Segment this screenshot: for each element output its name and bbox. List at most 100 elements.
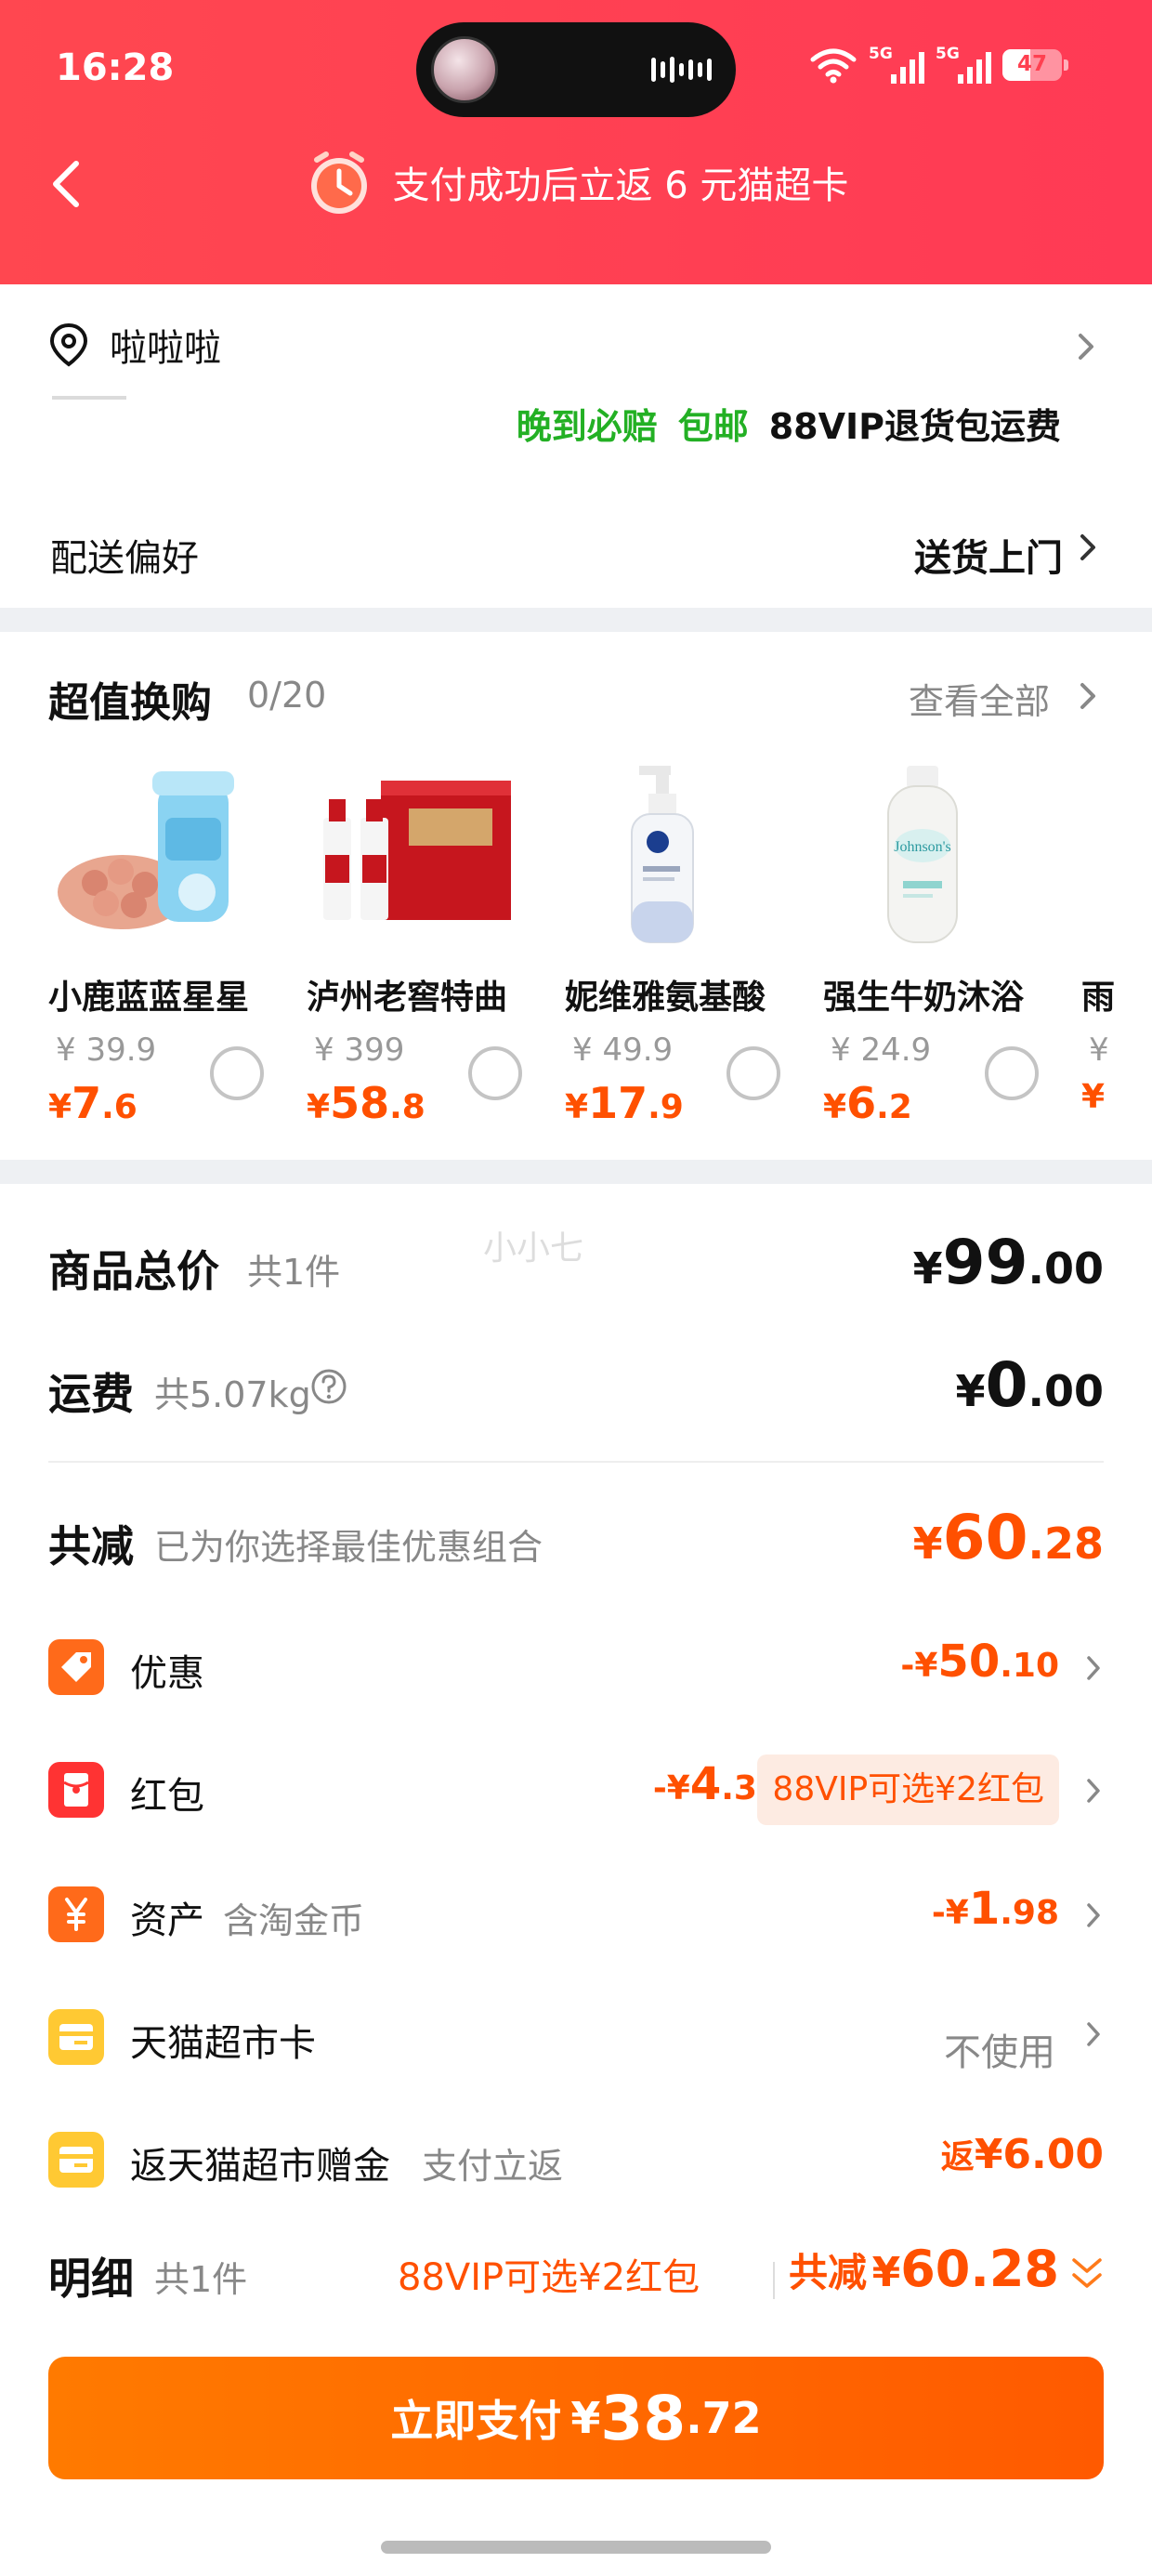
view-all-chevron-icon[interactable] xyxy=(1076,680,1100,712)
gift-return-label: 返天猫超市赠金 xyxy=(130,2145,390,2188)
gift-return-amount: 返¥6.00 xyxy=(940,2131,1104,2178)
tmall-card-chevron-icon xyxy=(1087,2022,1100,2046)
tag-free-shipping: 包邮 xyxy=(677,406,749,447)
coupon-tag-icon xyxy=(48,1639,104,1695)
address-chevron-right-icon xyxy=(1079,334,1093,360)
status-icons: 5G 5G 47 xyxy=(809,45,1068,85)
tag-88vip-return: 88VIP退货包运费 xyxy=(768,406,1061,447)
product-select-radio[interactable] xyxy=(985,1046,1039,1100)
goods-total-row: 商品总价 共1件 ¥99.00 xyxy=(48,1227,1104,1307)
total-reduction-row: 共减 已为你选择最佳优惠组合 ¥60.28 xyxy=(48,1502,1104,1582)
product-item[interactable]: Johnson's 强生牛奶沐浴 ¥ 24.9 ¥6.2 xyxy=(823,762,1081,1152)
address-card[interactable]: 啦啦啦 晚到必赔 包邮 88VIP退货包运费 配送偏好 送货上门 xyxy=(0,284,1152,608)
discount-row[interactable]: 优惠 -¥50.10 xyxy=(48,1632,1104,1706)
assets-chevron-icon xyxy=(1087,1903,1100,1927)
shipping-weight: 共5.07kg xyxy=(154,1374,311,1415)
pay-now-button[interactable]: 立即支付 ¥38.72 xyxy=(48,2357,1104,2479)
tmall-card-value: 不使用 xyxy=(944,2031,1055,2074)
exchange-title: 超值换购 xyxy=(48,679,212,727)
product-deal-price: ¥ xyxy=(1081,1078,1106,1116)
exchange-card: 超值换购 0/20 查看全部 小鹿蓝蓝星星 ¥ 39.9 ¥7.6 泸州老窖特曲… xyxy=(0,632,1152,1160)
product-deal-price: ¥17.9 xyxy=(565,1078,684,1128)
assets-note: 含淘金币 xyxy=(223,1900,365,1941)
dynamic-island[interactable] xyxy=(416,22,736,117)
status-time: 16:28 xyxy=(56,46,175,89)
delivery-pref-label: 配送偏好 xyxy=(50,537,199,580)
discount-amount: -¥50.10 xyxy=(900,1636,1059,1688)
product-select-radio[interactable] xyxy=(468,1046,522,1100)
location-pin-icon xyxy=(49,322,88,367)
music-cover-icon xyxy=(431,36,498,103)
detail-total-reduction: 共减 ¥60.28 xyxy=(788,2240,1059,2298)
detail-label: 明细 xyxy=(48,2254,134,2304)
product-name: 小鹿蓝蓝星星 xyxy=(48,979,250,1017)
product-item[interactable]: 妮维雅氨基酸 ¥ 49.9 ¥17.9 xyxy=(565,762,823,1152)
assets-row[interactable]: 资产 含淘金币 -¥1.98 xyxy=(48,1879,1104,1953)
home-indicator[interactable] xyxy=(381,2541,771,2554)
promo-text: 支付成功后立返 6 元猫超卡 xyxy=(392,164,849,207)
tag-late-compensation: 晚到必赔 xyxy=(516,406,658,447)
address-row[interactable]: 啦啦啦 xyxy=(48,318,221,372)
battery-level: 47 xyxy=(1016,52,1047,76)
cellular-signal-2-icon: 5G xyxy=(936,45,991,85)
product-item[interactable]: 小鹿蓝蓝星星 ¥ 39.9 ¥7.6 xyxy=(48,762,307,1152)
liquor-giftbox-image xyxy=(323,781,511,920)
detail-vip-note: 88VIP可选¥2红包 xyxy=(398,2256,700,2299)
product-original-price: ¥ xyxy=(1089,1032,1109,1069)
face-wash-bottle-image xyxy=(631,766,694,943)
gift-return-note: 支付立返 xyxy=(422,2146,564,2187)
service-tags: 晚到必赔 包邮 88VIP退货包运费 xyxy=(517,398,1061,449)
exchange-count: 0/20 xyxy=(247,675,327,716)
divider xyxy=(48,1461,1104,1463)
goods-total-count: 共1件 xyxy=(247,1252,341,1293)
delivery-chevron-right-icon[interactable] xyxy=(1076,532,1100,563)
gift-return-row: 返天猫超市赠金 支付立返 返¥6.00 xyxy=(48,2124,1104,2199)
red-packet-row[interactable]: 红包 -¥4.30 88VIP可选¥2红包 xyxy=(48,1755,1104,1829)
red-packet-chevron-icon xyxy=(1087,1779,1100,1803)
view-all-link[interactable]: 查看全部 xyxy=(909,673,1050,724)
product-select-radio[interactable] xyxy=(727,1046,780,1100)
red-packet-icon xyxy=(48,1762,104,1818)
product-original-price: ¥ 399 xyxy=(314,1032,405,1069)
product-deal-price: ¥7.6 xyxy=(48,1078,137,1128)
assets-amount: -¥1.98 xyxy=(931,1883,1059,1935)
product-name: 强生牛奶沐浴 xyxy=(823,979,1025,1017)
faded-address-detail xyxy=(52,396,126,400)
product-original-price: ¥ 39.9 xyxy=(56,1032,157,1069)
tmall-card-row[interactable]: 天猫超市卡 不使用 xyxy=(48,2002,1104,2076)
detail-row[interactable]: 明细 共1件 88VIP可选¥2红包 共减 ¥60.28 xyxy=(48,2240,1104,2320)
product-item[interactable]: 雨 ¥ ¥ xyxy=(1081,762,1152,1152)
product-select-radio[interactable] xyxy=(210,1046,264,1100)
assets-label: 资产 xyxy=(130,1899,204,1942)
gift-wallet-icon xyxy=(48,2132,104,2188)
product-deal-price: ¥6.2 xyxy=(823,1078,912,1128)
product-original-price: ¥ 49.9 xyxy=(572,1032,674,1069)
peanut-jar-image xyxy=(58,771,234,929)
tmall-card-label: 天猫超市卡 xyxy=(130,2022,316,2065)
wifi-icon xyxy=(810,48,857,84)
promo-banner: 支付成功后立返 6 元猫超卡 xyxy=(0,147,1152,217)
shipping-row: 运费 共5.07kg ¥0.00 xyxy=(48,1349,1104,1429)
discount-label: 优惠 xyxy=(130,1652,204,1695)
header: 16:28 5G 5G 47 支付成功后立返 6 元猫超卡 xyxy=(0,0,1152,284)
help-icon[interactable] xyxy=(310,1368,347,1405)
divider xyxy=(773,2262,775,2299)
summary-card: 小小七 商品总价 共1件 ¥99.00 运费 共5.07kg ¥0.00 共减 … xyxy=(0,1184,1152,2576)
svg-text:Johnson's: Johnson's xyxy=(894,839,951,855)
alarm-clock-icon xyxy=(310,151,367,214)
product-item[interactable]: 泸州老窖特曲 ¥ 399 ¥58.8 xyxy=(307,762,565,1152)
shipping-amount: ¥0.00 xyxy=(955,1349,1104,1421)
cellular-signal-1-icon: 5G xyxy=(869,45,924,85)
wallet-card-icon xyxy=(48,2009,104,2065)
baby-wash-bottle-image: Johnson's xyxy=(887,766,958,943)
product-name: 泸州老窖特曲 xyxy=(307,979,508,1017)
battery-icon: 47 xyxy=(1002,49,1062,81)
shipping-label: 运费 xyxy=(48,1369,134,1419)
total-reduction-note: 已为你选择最佳优惠组合 xyxy=(154,1527,543,1568)
product-deal-price: ¥58.8 xyxy=(307,1078,425,1128)
status-bar: 16:28 5G 5G 47 xyxy=(0,0,1152,139)
expand-chevron-down-icon[interactable] xyxy=(1070,2254,1104,2295)
goods-total-label: 商品总价 xyxy=(48,1246,219,1296)
vip-red-packet-pill[interactable]: 88VIP可选¥2红包 xyxy=(757,1755,1059,1825)
delivery-pref-value[interactable]: 送货上门 xyxy=(914,528,1063,582)
